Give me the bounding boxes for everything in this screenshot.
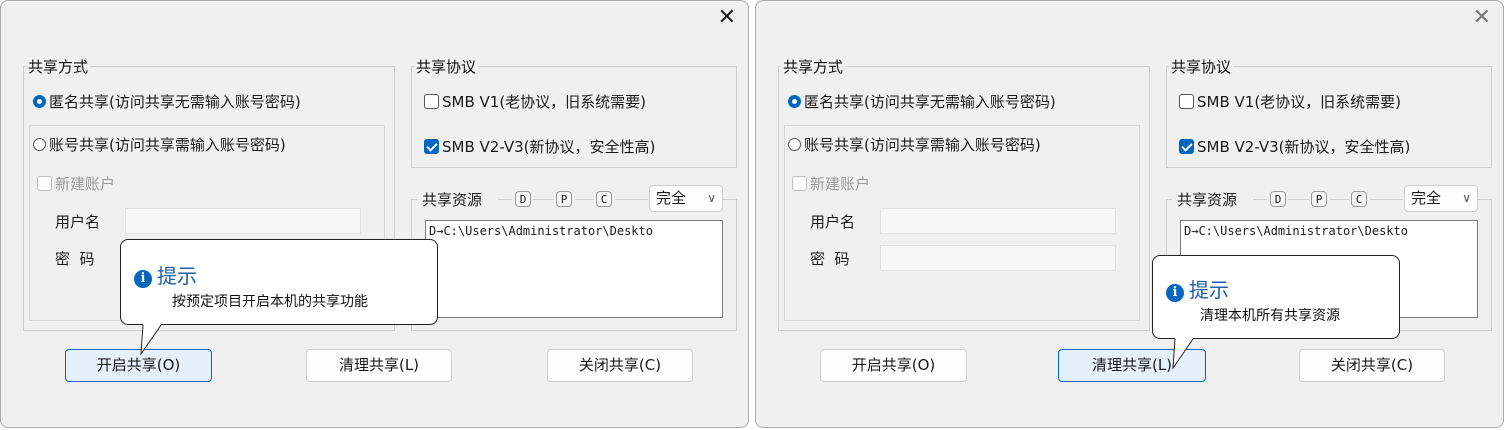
- username-label: 用户名: [55, 213, 101, 231]
- radio-selected-icon: [33, 95, 46, 108]
- protocol-legend: 共享协议: [416, 58, 477, 76]
- username-field[interactable]: [880, 208, 1116, 234]
- close-icon[interactable]: ✕: [1473, 7, 1491, 29]
- drive-letter-c-toggle[interactable]: C: [1351, 191, 1367, 207]
- drive-letter-p-toggle[interactable]: P: [556, 191, 572, 207]
- smb-v1-label: SMB V1(老协议，旧系统需要): [442, 93, 647, 111]
- resource-list[interactable]: D→C:\Users\Administrator\Deskto: [425, 220, 723, 318]
- divider: [1253, 199, 1267, 200]
- tooltip: i 提示 按预定项目开启本机的共享功能: [120, 239, 438, 356]
- checkbox-icon: [424, 94, 439, 109]
- new-account-label: 新建账户: [55, 175, 116, 193]
- account-share-label: 账号共享(访问共享需输入账号密码): [804, 136, 1041, 154]
- chevron-down-icon: ∨: [707, 191, 716, 205]
- anonymous-share-label: 匿名共享(访问共享无需输入账号密码): [804, 93, 1056, 111]
- checkbox-icon: [37, 176, 52, 191]
- tooltip-title-text: 提示: [157, 264, 197, 288]
- smb-v2-label: SMB V2-V3(新协议，安全性高): [442, 138, 656, 156]
- divider: [1288, 199, 1309, 200]
- tooltip: i 提示 清理本机所有共享资源: [1152, 255, 1400, 370]
- tooltip-title: i 提示: [134, 260, 197, 289]
- smb-v2-checkbox[interactable]: SMB V2-V3(新协议，安全性高): [424, 136, 655, 157]
- divider: [575, 199, 594, 200]
- permission-value: 完全: [656, 189, 687, 207]
- start-share-button[interactable]: 开启共享(O): [820, 349, 967, 382]
- divider: [411, 199, 417, 200]
- radio-selected-icon: [788, 95, 801, 108]
- resources-legend: 共享资源: [1174, 189, 1241, 210]
- clean-share-button[interactable]: 清理共享(L): [306, 349, 452, 382]
- close-icon[interactable]: ✕: [718, 7, 736, 29]
- drive-letter-c-toggle[interactable]: C: [596, 191, 612, 207]
- chevron-down-icon: ∨: [1462, 191, 1471, 205]
- close-share-button[interactable]: 关闭共享(C): [547, 349, 693, 382]
- checkbox-icon: [792, 176, 807, 191]
- password-field[interactable]: [880, 245, 1116, 271]
- tooltip-title-text: 提示: [1189, 278, 1229, 302]
- username-field[interactable]: [125, 208, 361, 234]
- close-share-button[interactable]: 关闭共享(C): [1299, 349, 1445, 382]
- share-mode-legend: 共享方式: [28, 58, 89, 76]
- anonymous-share-radio[interactable]: 匿名共享(访问共享无需输入账号密码): [33, 91, 301, 112]
- share-mode-legend: 共享方式: [783, 58, 844, 76]
- divider: [1370, 199, 1403, 200]
- tooltip-body: 按预定项目开启本机的共享功能: [172, 294, 368, 310]
- protocol-legend: 共享协议: [1171, 58, 1232, 76]
- permission-value: 完全: [1411, 189, 1442, 207]
- drive-letter-p-toggle[interactable]: P: [1311, 191, 1327, 207]
- smb-v1-checkbox[interactable]: SMB V1(老协议，旧系统需要): [424, 91, 646, 112]
- smb-v2-label: SMB V2-V3(新协议，安全性高): [1197, 138, 1411, 156]
- resources-legend: 共享资源: [419, 189, 486, 210]
- info-icon: i: [134, 270, 152, 288]
- checkbox-checked-icon: [1179, 139, 1194, 154]
- account-share-label: 账号共享(访问共享需输入账号密码): [49, 136, 286, 154]
- new-account-checkbox[interactable]: 新建账户: [37, 173, 115, 194]
- anonymous-share-radio[interactable]: 匿名共享(访问共享无需输入账号密码): [788, 91, 1056, 112]
- username-label: 用户名: [810, 213, 856, 231]
- divider: [723, 199, 737, 200]
- drive-letter-d-toggle[interactable]: D: [515, 191, 531, 207]
- anonymous-share-label: 匿名共享(访问共享无需输入账号密码): [49, 93, 301, 111]
- account-share-radio[interactable]: 账号共享(访问共享需输入账号密码): [788, 134, 1041, 155]
- smb-v2-checkbox[interactable]: SMB V2-V3(新协议，安全性高): [1179, 136, 1410, 157]
- info-icon: i: [1166, 284, 1184, 302]
- checkbox-checked-icon: [424, 139, 439, 154]
- drive-letter-d-toggle[interactable]: D: [1270, 191, 1286, 207]
- radio-unselected-icon: [788, 138, 801, 151]
- share-dialog-2: ✕ 共享方式 匿名共享(访问共享无需输入账号密码) 账号共享(访问共享需输入账号…: [755, 0, 1504, 428]
- divider: [533, 199, 554, 200]
- permission-select[interactable]: 完全 ∨: [649, 185, 723, 212]
- tooltip-tail: [1172, 338, 1194, 370]
- radio-unselected-icon: [33, 138, 46, 151]
- checkbox-icon: [1179, 94, 1194, 109]
- divider: [498, 199, 512, 200]
- new-account-label: 新建账户: [810, 175, 871, 193]
- tooltip-body: 清理本机所有共享资源: [1200, 308, 1340, 324]
- new-account-checkbox[interactable]: 新建账户: [792, 173, 870, 194]
- divider: [1478, 199, 1492, 200]
- list-item[interactable]: D→C:\Users\Administrator\Deskto: [1184, 224, 1474, 238]
- password-label: 密 码: [55, 250, 95, 268]
- password-label: 密 码: [810, 250, 850, 268]
- divider: [615, 199, 648, 200]
- tooltip-tail: [140, 324, 162, 356]
- account-share-radio[interactable]: 账号共享(访问共享需输入账号密码): [33, 134, 286, 155]
- smb-v1-checkbox[interactable]: SMB V1(老协议，旧系统需要): [1179, 91, 1401, 112]
- list-item[interactable]: D→C:\Users\Administrator\Deskto: [429, 224, 719, 238]
- divider: [1166, 199, 1172, 200]
- divider: [1330, 199, 1349, 200]
- permission-select[interactable]: 完全 ∨: [1404, 185, 1478, 212]
- smb-v1-label: SMB V1(老协议，旧系统需要): [1197, 93, 1402, 111]
- tooltip-title: i 提示: [1166, 274, 1229, 303]
- share-dialog-1: ✕ 共享方式 匿名共享(访问共享无需输入账号密码) 账号共享(访问共享需输入账号…: [0, 0, 749, 428]
